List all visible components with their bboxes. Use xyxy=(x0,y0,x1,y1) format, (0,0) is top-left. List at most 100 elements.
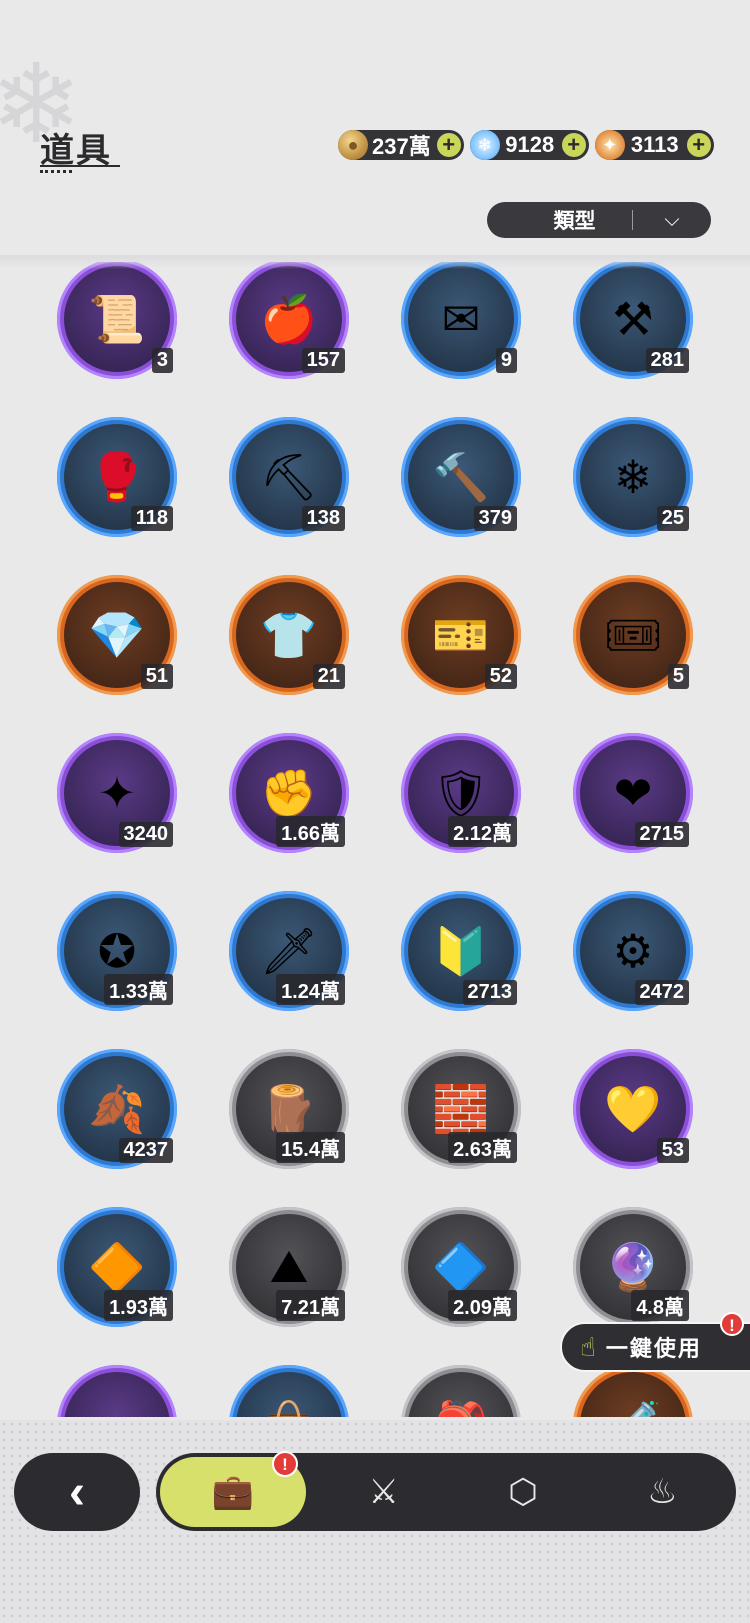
item-slot[interactable]: ✊ 1.66萬 xyxy=(229,733,349,853)
title-underline xyxy=(40,165,120,168)
item-slot[interactable]: 🔶 1.93萬 xyxy=(57,1207,177,1327)
item-count: 2.12萬 xyxy=(448,816,517,847)
item-slot[interactable]: 🔷 2.09萬 xyxy=(401,1207,521,1327)
tab-cooking[interactable]: ♨ xyxy=(593,1457,732,1527)
item-count: 1.33萬 xyxy=(104,974,173,1005)
currency-gold-value: 237萬 xyxy=(372,134,431,159)
currency-crystal: ❄ 9128 + xyxy=(469,130,589,160)
item-slot[interactable]: 🍂 4237 xyxy=(57,1049,177,1169)
item-slot[interactable]: 🍎 157 xyxy=(229,262,349,379)
item-slot[interactable]: 🎒 xyxy=(401,1365,521,1417)
back-button[interactable]: ‹ xyxy=(14,1453,140,1531)
seed-bag-icon: 👝 xyxy=(64,1372,170,1417)
item-count: 379 xyxy=(473,506,517,531)
item-slot[interactable]: ✉ 9 xyxy=(401,262,521,379)
item-count: 51 xyxy=(140,664,173,689)
item-count: 25 xyxy=(656,506,689,531)
item-count: 1.66萬 xyxy=(276,816,345,847)
item-slot[interactable]: 🎟 5 xyxy=(573,575,693,695)
item-count: 3 xyxy=(151,348,173,373)
item-slot[interactable]: ❄ 25 xyxy=(573,417,693,537)
item-slot[interactable]: 🎫 52 xyxy=(401,575,521,695)
item-grid: 📜 3 🍎 157 ✉ 9 ⚒ 281 🥊 118 ⛏ 138 🔨 379 ❄ 25 💎 51 👕 21 🎫 52 🎟 5 ✦ 3… xyxy=(57,262,693,1417)
item-count: 21 xyxy=(312,664,345,689)
item-slot[interactable]: 🗡 1.24萬 xyxy=(229,891,349,1011)
type-filter-dropdown[interactable]: 類型 ⌵ xyxy=(487,202,711,238)
item-slot[interactable]: 🛡 2.12萬 xyxy=(401,733,521,853)
item-slot[interactable]: ⚙ 2472 xyxy=(573,891,693,1011)
item-count: 118 xyxy=(130,506,173,531)
item-count: 9 xyxy=(495,348,517,373)
alert-badge: ! xyxy=(272,1451,298,1477)
item-count: 7.21萬 xyxy=(276,1290,345,1321)
cooking-pot-icon: ♨ xyxy=(647,1473,678,1511)
item-slot[interactable]: 🔰 2713 xyxy=(401,891,521,1011)
item-count: 2715 xyxy=(634,822,689,847)
alert-badge: ! xyxy=(720,1312,744,1336)
hexagon-gem-icon: ⬡ xyxy=(508,1473,538,1511)
blue-bag-icon: 👜 xyxy=(236,1372,342,1417)
hand-pointer-icon: ☝ xyxy=(580,1331,596,1362)
item-count: 52 xyxy=(484,664,517,689)
item-count: 138 xyxy=(301,506,345,531)
currency-star: ✦ 3113 + xyxy=(594,130,714,160)
item-slot[interactable]: 👝 xyxy=(57,1365,177,1417)
item-count: 1.93萬 xyxy=(104,1290,173,1321)
use-all-button[interactable]: ☝ 一鍵使用 ! xyxy=(560,1312,750,1372)
briefcase-icon: 💼 xyxy=(211,1473,255,1511)
item-count: 15.4萬 xyxy=(276,1132,345,1163)
currency-bar: ● 237萬 + ❄ 9128 + ✦ 3113 + xyxy=(338,130,714,160)
list-top-shadow xyxy=(0,255,750,269)
item-count: 1.24萬 xyxy=(276,974,345,1005)
item-count: 2.63萬 xyxy=(448,1132,517,1163)
item-slot[interactable]: 🧪 xyxy=(573,1365,693,1417)
item-slot[interactable]: ⚒ 281 xyxy=(573,262,693,379)
item-slot[interactable]: 🥊 118 xyxy=(57,417,177,537)
item-slot[interactable]: 🧱 2.63萬 xyxy=(401,1049,521,1169)
item-count: 2472 xyxy=(634,980,689,1005)
crystal-gem-icon: ❄ xyxy=(469,130,500,160)
currency-crystal-value: 9128 xyxy=(505,132,555,157)
item-slot[interactable]: 📜 3 xyxy=(57,262,177,379)
chevron-down-icon: ⌵ xyxy=(664,208,680,231)
item-slot[interactable]: 👜 xyxy=(229,1365,349,1417)
item-slot[interactable]: ⛏ 138 xyxy=(229,417,349,537)
item-slot[interactable]: ⛰ 7.21萬 xyxy=(229,1207,349,1327)
add-crystal-button[interactable]: + xyxy=(561,133,586,157)
item-slot[interactable]: ❤ 2715 xyxy=(573,733,693,853)
bottom-tab-bar: 💼! ⚔ ⬡ ♨ xyxy=(156,1451,736,1531)
potion-bottle-icon: 🧪 xyxy=(580,1372,686,1417)
currency-star-value: 3113 xyxy=(630,132,679,157)
item-count: 2713 xyxy=(462,980,517,1005)
star-shard-icon: ✦ xyxy=(594,130,625,160)
tab-character[interactable]: ⚔ xyxy=(314,1457,453,1527)
gold-coin-icon: ● xyxy=(338,130,368,160)
back-chevron-icon: ‹ xyxy=(69,1465,85,1519)
add-star-button[interactable]: + xyxy=(686,133,711,157)
item-count: 2.09萬 xyxy=(448,1290,517,1321)
item-slot[interactable]: 💎 51 xyxy=(57,575,177,695)
item-slot[interactable]: 👕 21 xyxy=(229,575,349,695)
tab-gem[interactable]: ⬡ xyxy=(453,1457,592,1527)
brown-bag-icon: 🎒 xyxy=(408,1372,514,1417)
item-count: 281 xyxy=(645,348,689,373)
item-count: 53 xyxy=(656,1138,689,1163)
title-dots xyxy=(40,170,72,173)
add-gold-button[interactable]: + xyxy=(436,133,461,157)
item-slot[interactable]: 🔮 4.8萬 xyxy=(573,1207,693,1327)
item-list[interactable]: 📜 3 🍎 157 ✉ 9 ⚒ 281 🥊 118 ⛏ 138 🔨 379 ❄ 25 💎 51 👕 21 🎫 52 🎟 5 ✦ 3… xyxy=(0,262,750,1417)
knight-helmet-icon: ⚔ xyxy=(368,1473,399,1511)
item-count: 5 xyxy=(667,664,689,689)
item-count: 4.8萬 xyxy=(631,1290,689,1321)
item-slot[interactable]: ✦ 3240 xyxy=(57,733,177,853)
item-slot[interactable]: 🪵 15.4萬 xyxy=(229,1049,349,1169)
tab-bag[interactable]: 💼! xyxy=(160,1451,306,1527)
item-slot[interactable]: ✪ 1.33萬 xyxy=(57,891,177,1011)
currency-gold: ● 237萬 + xyxy=(338,130,464,160)
filter-label: 類型 xyxy=(553,210,596,233)
item-count: 4237 xyxy=(118,1138,173,1163)
item-slot[interactable]: 💛 53 xyxy=(573,1049,693,1169)
item-slot[interactable]: 🔨 379 xyxy=(401,417,521,537)
use-all-label: 一鍵使用 xyxy=(605,1336,702,1361)
item-count: 157 xyxy=(301,348,345,373)
